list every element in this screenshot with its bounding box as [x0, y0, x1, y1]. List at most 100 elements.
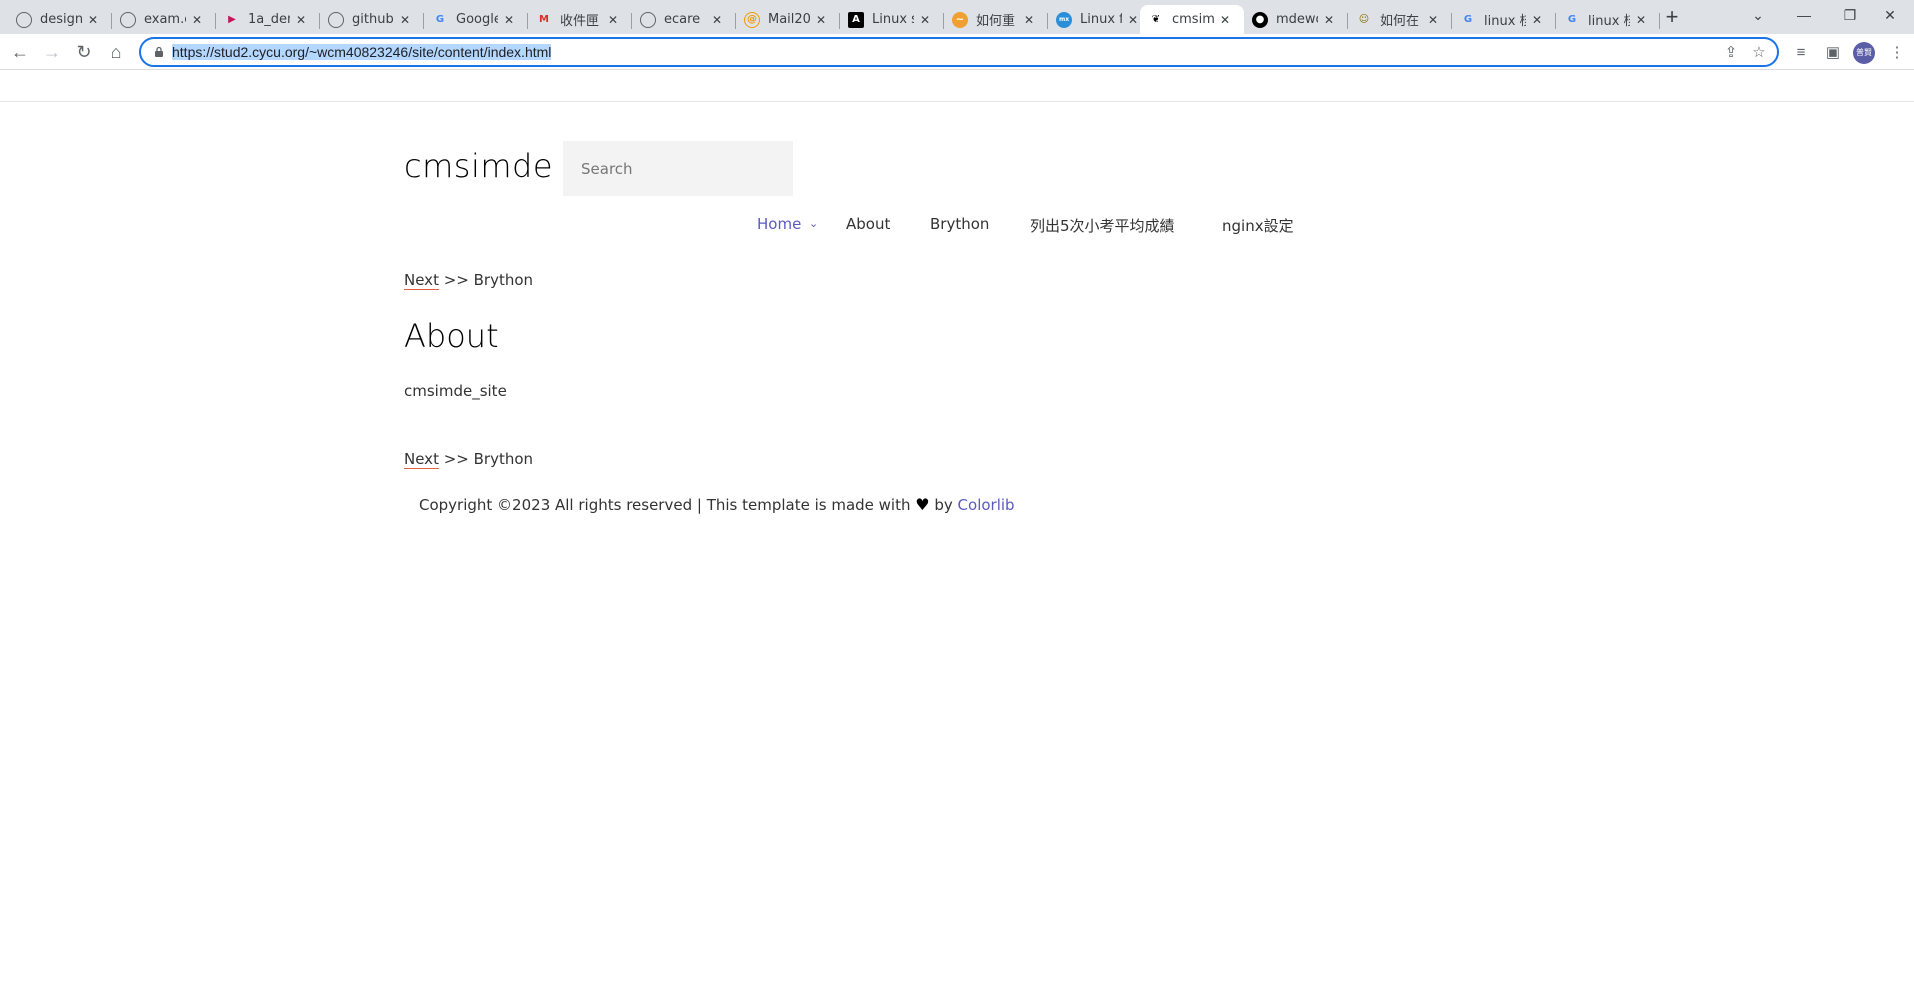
close-icon[interactable]: ✕	[1636, 13, 1646, 27]
avatar[interactable]: 普賢	[1853, 42, 1875, 64]
gmail-icon: M	[539, 14, 549, 25]
tab-label: 如何在	[1380, 14, 1420, 29]
nav-home[interactable]: Home	[757, 215, 801, 233]
tab-label: Linux s	[872, 12, 914, 27]
url-text[interactable]: https://stud2.cycu.org/~wcm40823246/site…	[172, 44, 552, 60]
chevron-down-icon[interactable]: ⌄	[809, 217, 818, 230]
close-icon[interactable]: ✕	[400, 13, 410, 27]
tab-search-button[interactable]: ⌄	[1738, 2, 1778, 28]
tab-mdewo[interactable]: ● mdewo ✕	[1244, 5, 1348, 34]
home-button[interactable]: ⌂	[104, 40, 128, 64]
copyright-text: Copyright ©2023 All rights reserved | Th…	[419, 496, 916, 514]
minimize-button[interactable]: —	[1784, 2, 1824, 28]
play-icon: ▶	[228, 14, 236, 25]
tab-label: linux 核	[1484, 14, 1526, 29]
close-icon[interactable]: ✕	[296, 13, 306, 27]
forward-button[interactable]: →	[40, 40, 64, 64]
tab-label: design	[40, 12, 82, 27]
tab-label: cmsim	[1172, 12, 1214, 27]
site-icon: mx	[1056, 11, 1072, 28]
tab-design[interactable]: design ✕	[8, 5, 112, 34]
tab-mail[interactable]: @ Mail20 ✕	[736, 5, 840, 34]
bird-icon: ~	[952, 11, 968, 28]
reload-button[interactable]: ↻	[72, 40, 96, 64]
star-icon[interactable]: ☆	[1749, 43, 1769, 63]
search-input[interactable]	[563, 141, 793, 196]
side-panel-icon[interactable]: ▣	[1822, 42, 1844, 64]
address-bar[interactable]: https://stud2.cycu.org/~wcm40823246/site…	[139, 37, 1779, 67]
next-target: >> Brython	[438, 271, 534, 289]
tab-github[interactable]: github ✕	[320, 5, 424, 34]
nav-about[interactable]: About	[846, 215, 890, 233]
tab-linux-core-1[interactable]: G linux 核 ✕	[1452, 5, 1556, 34]
close-icon[interactable]: ✕	[1532, 13, 1542, 27]
close-icon[interactable]: ✕	[1024, 13, 1034, 27]
main-nav: Home ⌄ About Brython 列出5次小考平均成績 nginx設定	[0, 215, 1914, 239]
media-control-icon[interactable]: ≡	[1790, 42, 1812, 64]
nav-nginx[interactable]: nginx設定	[1222, 215, 1294, 236]
google-icon: G	[1567, 14, 1577, 25]
mail-icon: @	[744, 11, 760, 28]
tab-linux-s[interactable]: A Linux s ✕	[840, 5, 944, 34]
close-icon[interactable]: ✕	[88, 13, 98, 27]
tab-exam[interactable]: exam.c ✕	[112, 5, 216, 34]
tab-strip: design ✕ exam.c ✕ ▶ 1a_dem ✕ github ✕ G …	[0, 0, 1914, 34]
tab-inbox[interactable]: M 收件匣 ✕	[528, 5, 632, 34]
back-button[interactable]: ←	[8, 40, 32, 64]
pager-top: Next >> Brython	[404, 271, 534, 290]
close-icon[interactable]: ✕	[1428, 13, 1438, 27]
page-body: cmsimde_site	[404, 382, 507, 400]
google-icon: G	[1463, 14, 1473, 25]
close-icon[interactable]: ✕	[1128, 13, 1138, 27]
tab-how-in[interactable]: ☺ 如何在 ✕	[1348, 5, 1452, 34]
tab-1a-demo[interactable]: ▶ 1a_dem ✕	[216, 5, 320, 34]
tab-label: 如何重	[976, 14, 1016, 29]
tab-ecare[interactable]: ecare ✕	[632, 5, 736, 34]
pager-bottom: Next >> Brython	[404, 450, 533, 469]
tab-label: mdewo	[1276, 12, 1318, 27]
page-title: About	[404, 317, 499, 355]
tab-google[interactable]: G Google ✕	[424, 5, 528, 34]
cmsim-icon: ❦	[1151, 14, 1161, 25]
google-icon: G	[435, 14, 445, 25]
tab-linux-f[interactable]: mx Linux f ✕	[1048, 5, 1152, 34]
close-icon[interactable]: ✕	[1220, 13, 1230, 27]
tab-label: 收件匣	[560, 14, 600, 29]
close-icon[interactable]: ✕	[608, 13, 618, 27]
figure-icon: ☺	[1358, 14, 1370, 25]
close-icon[interactable]: ✕	[504, 13, 514, 27]
new-tab-button[interactable]: +	[1660, 6, 1684, 30]
tab-how-reset[interactable]: ~ 如何重 ✕	[944, 5, 1048, 34]
lock-icon	[155, 46, 163, 57]
close-icon[interactable]: ✕	[816, 13, 826, 27]
share-icon[interactable]: ⇪	[1721, 43, 1741, 63]
colorlib-link[interactable]: Colorlib	[958, 496, 1015, 514]
bookmark-bar	[0, 70, 1914, 102]
tab-label: Linux f	[1080, 12, 1122, 27]
close-icon[interactable]: ✕	[920, 13, 930, 27]
nav-grades[interactable]: 列出5次小考平均成績	[1030, 215, 1175, 236]
close-icon[interactable]: ✕	[712, 13, 722, 27]
close-icon[interactable]: ✕	[192, 13, 202, 27]
close-window-button[interactable]: ✕	[1870, 2, 1910, 28]
restore-button[interactable]: ❐	[1830, 2, 1870, 28]
close-icon[interactable]: ✕	[1324, 13, 1334, 27]
footer-by: by	[929, 496, 958, 514]
globe-icon	[120, 11, 136, 28]
tab-label: linux 核	[1588, 14, 1630, 29]
tab-label: Google	[456, 12, 498, 27]
tab-linux-core-2[interactable]: G linux 核 ✕	[1556, 5, 1660, 34]
nav-brython[interactable]: Brython	[930, 215, 989, 233]
heart-icon: ♥	[915, 495, 930, 514]
menu-icon[interactable]: ⋮	[1886, 42, 1908, 64]
globe-icon	[16, 11, 32, 28]
footer: Copyright ©2023 All rights reserved | Th…	[419, 495, 1015, 514]
a-logo-icon: A	[848, 11, 864, 28]
page-content: cmsimde Home ⌄ About Brython 列出5次小考平均成績 …	[0, 102, 1914, 984]
url-path: stud2.cycu.org/~wcm40823246/site/content…	[214, 44, 552, 60]
tab-cmsim[interactable]: ❦ cmsim ✕	[1140, 5, 1244, 34]
site-title[interactable]: cmsimde	[404, 147, 553, 185]
globe-icon	[640, 11, 656, 28]
next-link[interactable]: Next	[404, 450, 439, 469]
next-link[interactable]: Next	[404, 271, 439, 290]
